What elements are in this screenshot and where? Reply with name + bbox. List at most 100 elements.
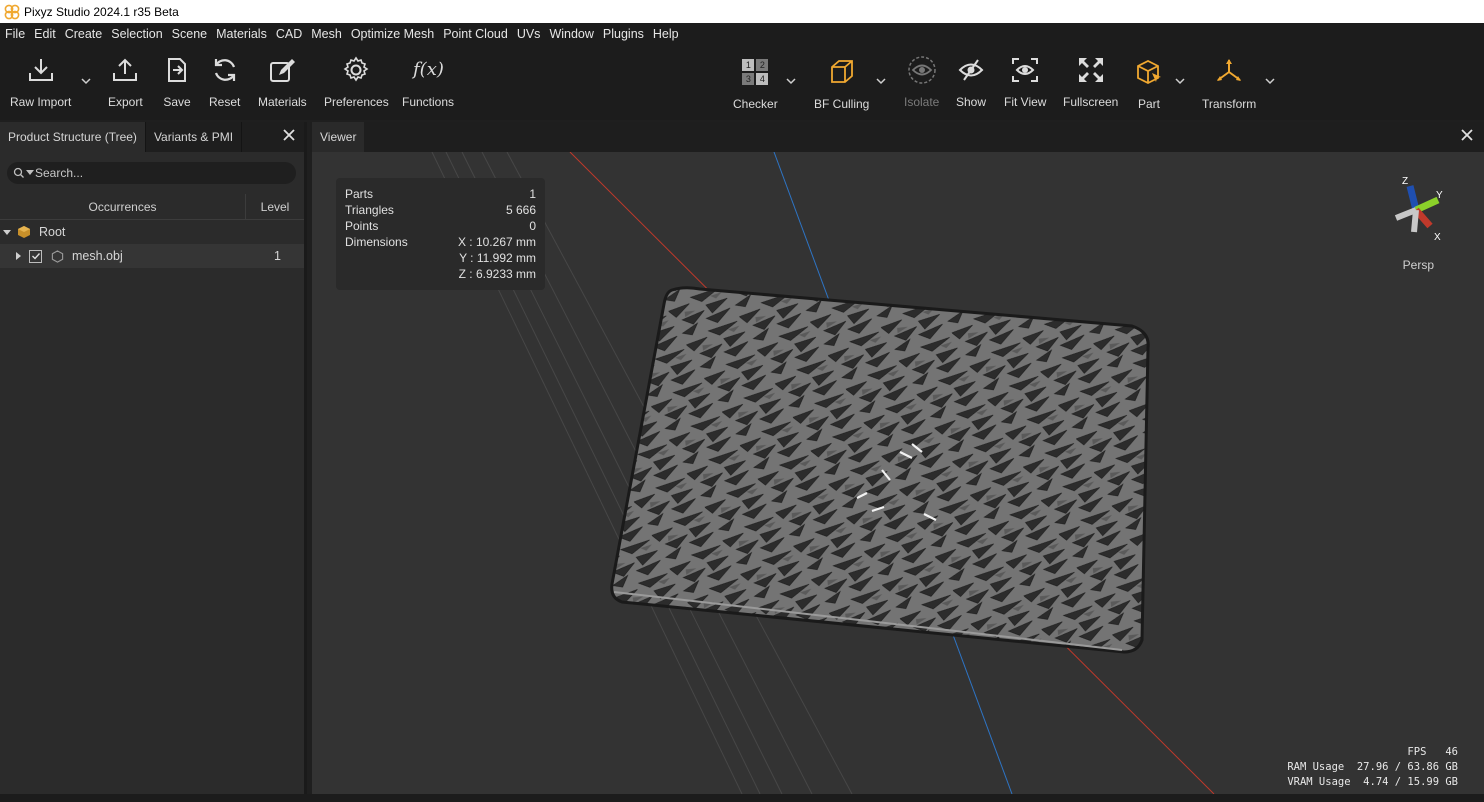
collapsed-caret-icon[interactable] [13, 251, 23, 261]
part-dropdown-icon[interactable] [1175, 77, 1185, 85]
part-cursor-icon [1137, 59, 1161, 85]
reset-label: Reset [209, 95, 241, 109]
level-column-header[interactable]: Level [246, 194, 304, 219]
raw-import-dropdown-icon[interactable] [81, 77, 91, 85]
viewer-close-icon[interactable] [1460, 128, 1474, 142]
preferences-button[interactable]: Preferences [324, 55, 389, 109]
tab-product-structure[interactable]: Product Structure (Tree) [0, 122, 146, 152]
stat-triangles: Triangles 5 666 [345, 202, 536, 218]
transform-button[interactable]: Transform [1202, 57, 1256, 111]
menu-window[interactable]: Window [548, 27, 599, 41]
main-toolbar: Raw Import Export Save Reset Materials P… [0, 45, 1484, 120]
menu-file[interactable]: File [4, 27, 31, 41]
functions-button[interactable]: f(x) Functions [402, 55, 454, 109]
bf-culling-dropdown-icon[interactable] [876, 77, 886, 85]
occurrences-column-header[interactable]: Occurrences [0, 194, 246, 219]
close-icon[interactable] [282, 128, 296, 142]
show-label: Show [956, 95, 987, 109]
edit-material-icon [270, 59, 296, 82]
dimensions-label: Dimensions [345, 235, 408, 249]
preferences-label: Preferences [324, 95, 389, 109]
save-label: Save [163, 95, 191, 109]
checker-button[interactable]: 1 2 3 4 Checker [733, 57, 778, 111]
part-label: Part [1137, 97, 1160, 111]
camera-mode-label[interactable]: Persp [1403, 258, 1434, 272]
checker-icon: 1 2 3 4 [742, 59, 769, 85]
menu-optimize-mesh[interactable]: Optimize Mesh [350, 27, 440, 41]
gizmo-label-z: Z [1402, 176, 1408, 187]
raw-import-button[interactable]: Raw Import [10, 55, 71, 109]
points-value: 0 [529, 219, 536, 233]
checker-cell-3: 3 [742, 73, 755, 85]
3d-viewport[interactable]: Parts 1 Triangles 5 666 Points 0 Dimensions… [312, 152, 1484, 794]
isolate-button[interactable]: Isolate [904, 55, 939, 109]
materials-label: Materials [258, 95, 307, 109]
stat-dimensions: Dimensions X : 10.267 mm [345, 234, 536, 250]
search-input[interactable]: Search... [7, 162, 296, 184]
transform-label: Transform [1202, 97, 1257, 111]
tree-column-header: Occurrences Level [0, 194, 304, 220]
check-icon [31, 253, 40, 260]
menu-materials[interactable]: Materials [215, 27, 273, 41]
tree-label-mesh: mesh.obj [72, 249, 123, 263]
transform-gizmo-icon [1217, 59, 1242, 81]
fullscreen-label: Fullscreen [1063, 95, 1119, 109]
fit-view-button[interactable]: Fit View [1004, 55, 1046, 109]
reset-button[interactable]: Reset [209, 55, 240, 109]
tree-row-root[interactable]: Root [0, 220, 304, 244]
import-icon [28, 59, 53, 81]
bf-culling-button[interactable]: BF Culling [814, 57, 869, 111]
menu-plugins[interactable]: Plugins [602, 27, 650, 41]
window-title: Pixyz Studio 2024.1 r35 Beta [24, 4, 179, 19]
reset-icon [214, 59, 235, 81]
panel-tab-bar: Product Structure (Tree) Variants & PMI [0, 122, 304, 152]
gear-icon [343, 56, 369, 82]
save-icon [168, 58, 186, 82]
fullscreen-button[interactable]: Fullscreen [1063, 55, 1118, 109]
visibility-checkbox[interactable] [29, 249, 42, 263]
menu-cad[interactable]: CAD [275, 27, 308, 41]
gizmo-axis-neg [1394, 207, 1419, 233]
menu-edit[interactable]: Edit [33, 27, 62, 41]
scene-stats-overlay: Parts 1 Triangles 5 666 Points 0 Dimensions… [336, 178, 545, 290]
tab-variants-pmi[interactable]: Variants & PMI [146, 122, 243, 152]
fit-view-icon [1012, 58, 1039, 82]
gizmo-label-x: X [1434, 232, 1441, 243]
checker-dropdown-icon[interactable] [786, 77, 796, 85]
save-button[interactable]: Save [162, 55, 192, 109]
menu-create[interactable]: Create [64, 27, 109, 41]
orientation-gizmo[interactable]: Z Y X [1386, 174, 1446, 244]
export-label: Export [108, 95, 143, 109]
export-button[interactable]: Export [108, 55, 143, 109]
transform-dropdown-icon[interactable] [1265, 77, 1275, 85]
menu-uvs[interactable]: UVs [516, 27, 547, 41]
expanded-caret-icon[interactable] [2, 227, 12, 237]
gizmo-label-y: Y [1436, 190, 1443, 201]
show-button[interactable]: Show [956, 55, 986, 109]
menu-help[interactable]: Help [652, 27, 685, 41]
checker-cell-2: 2 [756, 59, 769, 71]
functions-label: Functions [402, 95, 455, 109]
search-placeholder: Search... [35, 166, 84, 180]
mesh-object[interactable] [610, 286, 1150, 654]
menu-bar: File Edit Create Selection Scene Materia… [0, 23, 1484, 45]
menu-scene[interactable]: Scene [171, 27, 213, 41]
tab-viewer[interactable]: Viewer [312, 122, 365, 152]
part-button[interactable]: Part [1134, 57, 1164, 111]
points-label: Points [345, 219, 379, 233]
menu-selection[interactable]: Selection [110, 27, 168, 41]
menu-mesh[interactable]: Mesh [310, 27, 348, 41]
tree-label-root: Root [39, 225, 66, 239]
checker-cell-4: 4 [756, 73, 769, 85]
pixyz-logo-icon [4, 4, 20, 19]
dimension-y: Y : 11.992 mm [459, 251, 536, 265]
menu-point-cloud[interactable]: Point Cloud [442, 27, 514, 41]
fps-readout: FPS 46 [1407, 746, 1458, 758]
search-filter-caret-icon[interactable] [26, 170, 34, 176]
title-bar: Pixyz Studio 2024.1 r35 Beta [0, 0, 1484, 23]
fullscreen-icon [1078, 58, 1103, 82]
ram-usage-readout: RAM Usage 27.96 / 63.86 GB [1287, 761, 1458, 773]
materials-button[interactable]: Materials [258, 55, 307, 109]
tree-row-mesh[interactable]: mesh.obj 1 [0, 244, 304, 268]
search-icon [13, 167, 24, 178]
